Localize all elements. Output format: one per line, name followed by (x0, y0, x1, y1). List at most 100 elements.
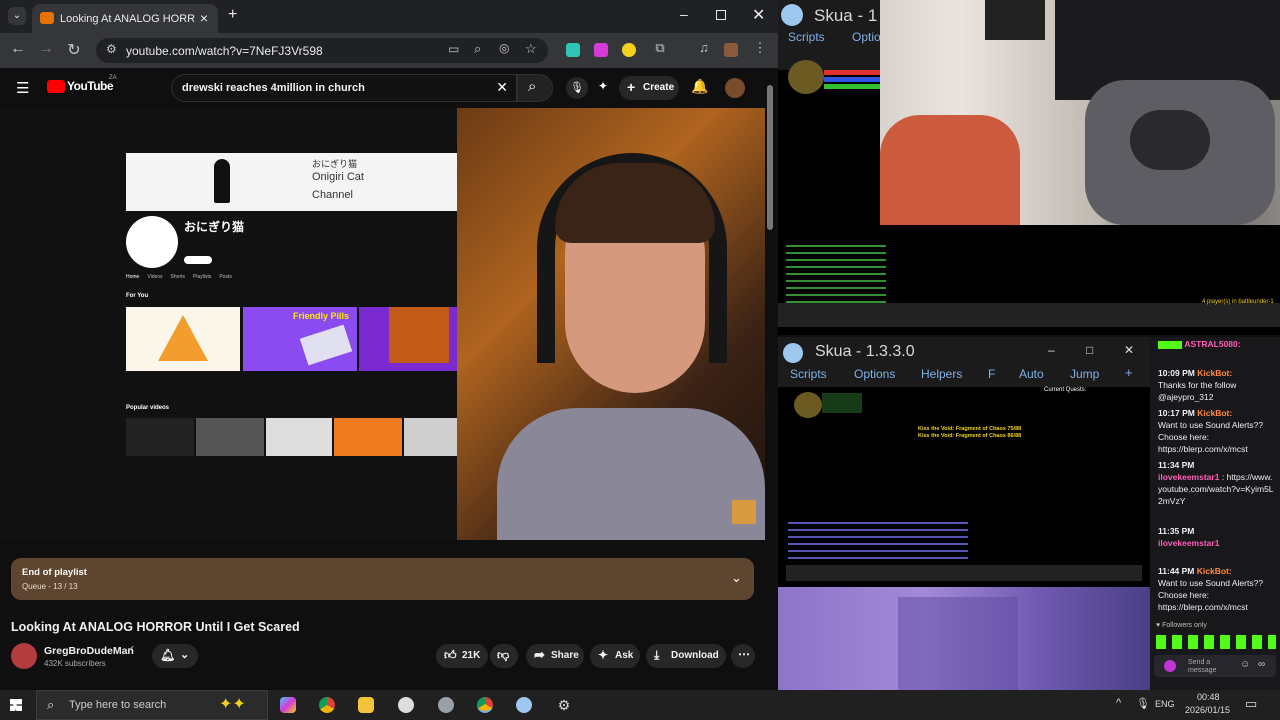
account-avatar[interactable] (725, 78, 745, 98)
profile-avatar-icon[interactable] (724, 43, 738, 57)
back-icon[interactable]: ← (8, 40, 28, 58)
chat-text[interactable]: Want to use Sound Alerts?? Choose here: … (1158, 420, 1263, 454)
skua-bottom-window: Skua - 1.3.3.0 – □ ✕ Scripts Options Hel… (778, 337, 1150, 587)
emoji-icon[interactable]: ☺ (1240, 659, 1250, 670)
minimize-icon[interactable]: – (680, 6, 688, 22)
site-info-icon[interactable]: ⚙ (106, 42, 117, 56)
youtube-header: ☰ YouTube ZA drewski reaches 4million in… (0, 68, 778, 108)
skua-menu-f[interactable]: F (988, 367, 995, 381)
chrome-icon[interactable] (319, 697, 335, 713)
thumb-chimera-image (389, 307, 449, 363)
page-scrollbar[interactable] (767, 85, 773, 230)
embedded-channel-screen: おにぎり猫 Onigiri Cat Channel おにぎり猫 Home Vide… (0, 108, 457, 540)
skua-maximize-icon[interactable]: □ (1086, 343, 1093, 357)
mic-tray-icon[interactable]: 🎙︎ (1136, 697, 1150, 710)
chrome-profile-icon[interactable] (477, 697, 493, 713)
chat-text[interactable]: Want to use Sound Alerts?? Choose here: … (1158, 578, 1263, 612)
streamer-shirt (497, 408, 765, 540)
windows-start-icon[interactable] (10, 699, 22, 711)
thumbs-down-icon: 👎︎ (497, 648, 510, 662)
sp-bar (824, 84, 880, 89)
player-portrait (788, 60, 824, 94)
ask-button[interactable]: ✦ Ask (590, 644, 640, 668)
playlist-panel[interactable]: End of playlist Queue - 13 / 13 ⌄ (11, 558, 754, 600)
channel-avatar-small[interactable] (11, 643, 37, 669)
media-control-icon[interactable]: ♫ (694, 40, 714, 55)
zoom-icon[interactable]: ⌕ (474, 41, 481, 57)
hamburger-menu-icon[interactable]: ☰ (16, 79, 29, 97)
active-tab[interactable]: Looking At ANALOG HORR × (32, 4, 218, 33)
skua-titlebar: Skua - 1.3.3.0 – □ ✕ Scripts Options Hel… (778, 337, 1150, 387)
channel-name[interactable]: GregBroDudeMan (44, 645, 134, 657)
clock-time[interactable]: 00:48 (1197, 692, 1220, 702)
share-icon: ➦ (534, 647, 545, 662)
extensions-puzzle-icon[interactable]: ⧉ (650, 40, 670, 56)
skua-taskbar-icon[interactable] (516, 697, 532, 713)
more-actions-button[interactable]: ⋯ (731, 644, 755, 668)
forward-icon[interactable]: → (36, 40, 56, 58)
embedded-tab-shorts: Shorts (170, 274, 185, 280)
skua-top-menu-scripts[interactable]: Scripts (788, 30, 825, 44)
app-icon-5[interactable] (438, 697, 454, 713)
skua-minimize-icon[interactable]: – (1048, 343, 1055, 357)
extension-2-icon[interactable] (594, 43, 608, 57)
purple-webcam (778, 587, 1150, 690)
skua-menu-jump[interactable]: Jump (1070, 367, 1099, 381)
plus-icon: + (627, 79, 636, 95)
tray-chevron-icon[interactable]: ^ (1116, 697, 1121, 709)
send-icon[interactable]: ∞ (1258, 659, 1265, 670)
popular-thumb-5 (404, 418, 457, 456)
skua-menu-helpers[interactable]: Helpers (921, 367, 962, 381)
voice-search-icon[interactable]: 🎙 (566, 77, 588, 99)
skua-menu-scripts[interactable]: Scripts (790, 367, 827, 381)
dislike-button[interactable]: 👎︎ (490, 644, 518, 668)
language-indicator[interactable]: ENG (1155, 699, 1175, 709)
download-button[interactable]: ⤓ Download (646, 644, 726, 668)
chat-avatar-icon (1164, 660, 1176, 672)
extension-1-icon[interactable] (566, 43, 580, 57)
maximize-icon[interactable] (716, 10, 726, 20)
clear-search-icon[interactable]: ✕ (496, 79, 508, 96)
notifications-bell-icon[interactable]: 🔔 (691, 78, 708, 95)
mp-bar (824, 77, 880, 82)
clock-date[interactable]: 2026/01/15 (1185, 705, 1230, 715)
skua-menu-add[interactable]: + (1125, 365, 1133, 380)
share-button[interactable]: ➦ Share (526, 644, 584, 668)
ai-sparkle-icon[interactable]: ✦ (598, 79, 608, 93)
taskbar-search[interactable]: ⌕ Type here to search ✦✦ (36, 690, 268, 720)
more-dots-icon: ⋯ (738, 647, 750, 661)
bookmark-star-icon[interactable]: ☆ (525, 41, 537, 57)
obs-icon[interactable] (398, 697, 414, 713)
browser-menu-icon[interactable]: ⋮ (750, 40, 770, 56)
chevron-down-icon[interactable]: ⌄ (731, 570, 742, 586)
tab-search-icon[interactable]: ⌄ (8, 7, 26, 25)
subscription-bell-button[interactable]: 🔔︎ ⌄ (152, 644, 198, 668)
download-icon: ⤓ (654, 648, 660, 662)
new-tab-icon[interactable]: + (228, 6, 237, 24)
skua-top-menu-options[interactable]: Optio (852, 30, 881, 44)
reload-icon[interactable]: ↻ (64, 40, 84, 60)
video-player[interactable]: おにぎり猫 Onigiri Cat Channel おにぎり猫 Home Vide… (0, 108, 765, 540)
chat-input[interactable]: Send a message ☺ ∞ (1154, 655, 1276, 677)
like-button[interactable]: 👍︎ 21K (436, 644, 488, 668)
settings-gear-icon[interactable]: ⚙ (556, 697, 572, 713)
skua-menu-auto[interactable]: Auto (1019, 367, 1044, 381)
embedded-channel-name: おにぎり猫 (184, 220, 245, 234)
search-button[interactable]: ⌕ (517, 74, 553, 102)
extension-3-icon[interactable] (622, 43, 636, 57)
close-window-icon[interactable]: ✕ (752, 5, 765, 25)
notification-icon[interactable]: ▭ (1245, 696, 1257, 712)
copilot-icon[interactable] (280, 697, 296, 713)
skua-menu-options[interactable]: Options (854, 367, 895, 381)
skua-close-icon[interactable]: ✕ (1124, 343, 1134, 357)
close-tab-icon[interactable]: × (200, 10, 208, 26)
search-input[interactable]: drewski reaches 4million in church ✕ (171, 74, 517, 102)
file-explorer-icon[interactable] (358, 697, 374, 713)
bedroom-webcam (880, 0, 1280, 225)
eye-off-icon[interactable]: ◎ (499, 41, 509, 55)
youtube-wordmark: YouTube (67, 79, 114, 93)
create-button[interactable]: + Create (619, 76, 679, 100)
address-bar[interactable]: ⚙ youtube.com/watch?v=7NeFJ3Vr598 ▭ ⌕ ◎ … (96, 38, 548, 63)
chat-msg-1: 10:09 PM KickBot: Thanks for the follow … (1158, 367, 1276, 403)
cast-icon[interactable]: ▭ (448, 42, 459, 56)
